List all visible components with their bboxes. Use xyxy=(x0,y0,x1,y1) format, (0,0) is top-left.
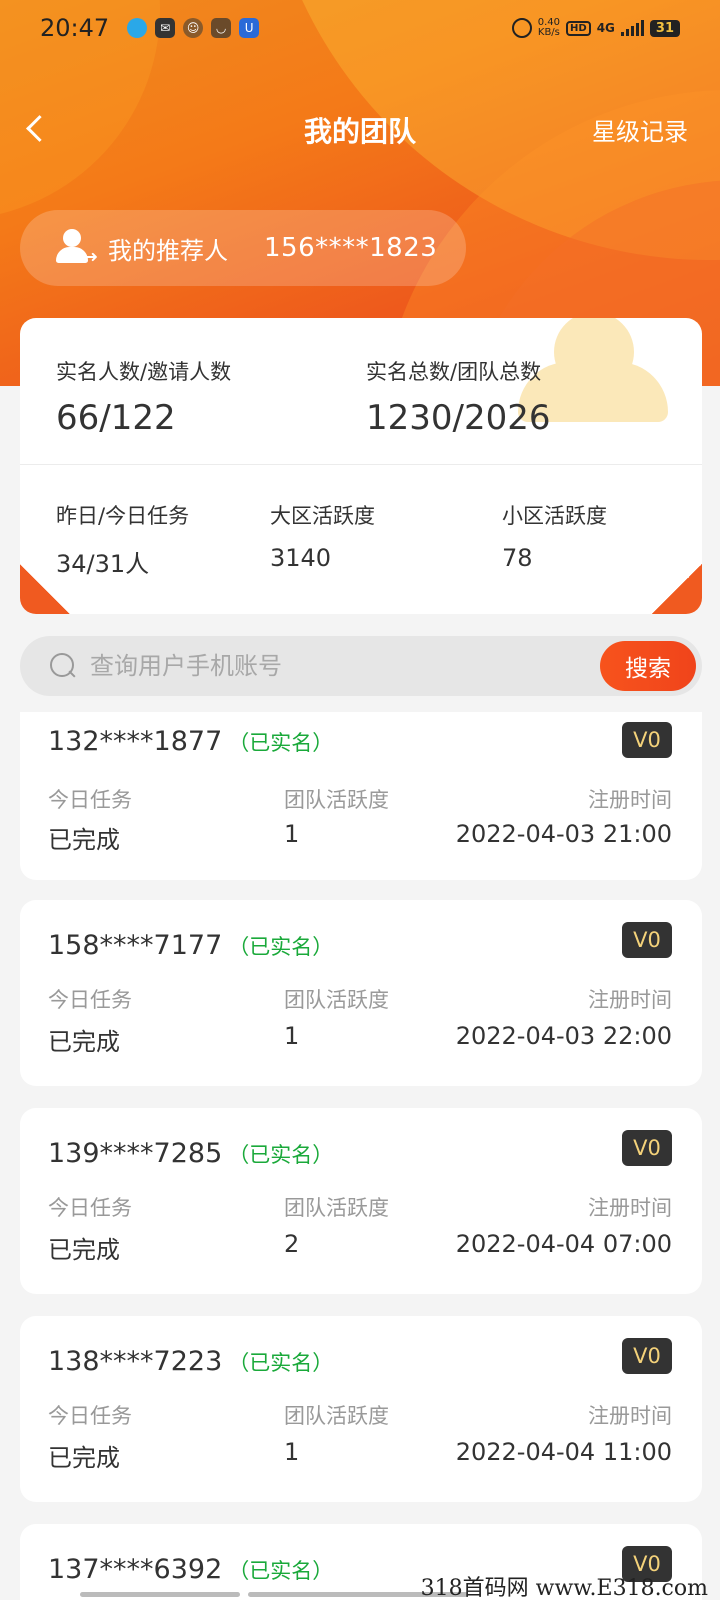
member-card[interactable]: 132****1877 （已实名） V0 今日任务 团队活跃度 注册时间 已完成 … xyxy=(20,712,702,880)
referrer-phone: 156****1823 xyxy=(264,233,438,263)
verified-status: （已实名） xyxy=(228,1143,334,1167)
register-label: 注册时间 xyxy=(588,988,672,1012)
stat-value: 3140 xyxy=(270,544,332,572)
verified-status: （已实名） xyxy=(228,935,334,959)
task-value: 已完成 xyxy=(48,1444,120,1472)
stat-tasks: 昨日/今日任务 34/31人 xyxy=(56,500,189,579)
wechat-icon: ✉ xyxy=(155,18,176,38)
status-time: 20:47 xyxy=(40,14,110,42)
activity-label: 团队活跃度 xyxy=(284,1404,389,1428)
search-button[interactable]: 搜索 xyxy=(600,641,696,691)
shield-app-icon: U xyxy=(239,18,260,38)
referrer-label: 我的推荐人 xyxy=(108,236,228,265)
stat-value: 66/122 xyxy=(56,398,176,438)
member-phone: 139****7285 （已实名） xyxy=(48,1138,333,1169)
star-record-link[interactable]: 星级记录 xyxy=(592,112,688,147)
register-time: 2022-04-04 11:00 xyxy=(455,1438,672,1466)
activity-value: 1 xyxy=(284,1022,300,1050)
level-badge: V0 xyxy=(622,1130,672,1166)
status-bar: 20:47 ✉ ☺ ◡ U 0.40 KB/s HD 4G 31 xyxy=(0,0,720,56)
search-bar: 搜索 xyxy=(20,636,702,696)
task-label: 今日任务 xyxy=(48,1404,132,1428)
phone-number: 138****7223 xyxy=(48,1346,223,1377)
stat-value: 78 xyxy=(502,544,533,572)
referrer-pill: ➜ 我的推荐人 156****1823 xyxy=(20,210,466,286)
hd-icon: HD xyxy=(566,20,591,36)
divider xyxy=(20,464,702,465)
stat-value: 1230/2026 xyxy=(366,398,551,438)
level-badge: V0 xyxy=(622,722,672,758)
user-share-icon: ➜ xyxy=(54,229,98,267)
search-icon xyxy=(50,653,76,679)
task-value: 已完成 xyxy=(48,1028,120,1056)
member-phone: 132****1877 （已实名） xyxy=(48,726,333,757)
battery-icon: 31 xyxy=(649,19,680,37)
stat-value: 34/31人 xyxy=(56,550,150,578)
stat-small-area: 小区活跃度 78 xyxy=(502,500,607,572)
corner-decoration xyxy=(652,564,702,614)
notification-icons: ✉ ☺ ◡ U xyxy=(127,18,260,38)
register-label: 注册时间 xyxy=(588,1404,672,1428)
title-bar: 我的团队 星级记录 xyxy=(0,100,720,156)
member-card[interactable]: 138****7223 （已实名） V0 今日任务 团队活跃度 注册时间 已完成 … xyxy=(20,1316,702,1502)
member-phone: 158****7177 （已实名） xyxy=(48,930,333,961)
register-label: 注册时间 xyxy=(588,788,672,812)
stat-verified-invited: 实名人数/邀请人数 66/122 xyxy=(56,356,231,438)
level-badge: V0 xyxy=(622,922,672,958)
activity-value: 2 xyxy=(284,1230,300,1258)
phone-number: 132****1877 xyxy=(48,726,223,757)
member-phone: 137****6392 （已实名） xyxy=(48,1554,333,1585)
alarm-icon xyxy=(511,18,532,38)
register-time: 2022-04-03 21:00 xyxy=(455,820,672,848)
stat-label: 昨日/今日任务 xyxy=(56,504,190,528)
activity-label: 团队活跃度 xyxy=(284,988,389,1012)
signal-icon xyxy=(620,20,644,36)
stat-label: 大区活跃度 xyxy=(270,504,375,528)
activity-label: 团队活跃度 xyxy=(284,788,389,812)
search-input[interactable] xyxy=(90,652,600,680)
stat-total: 实名总数/团队总数 1230/2026 xyxy=(366,356,551,438)
task-value: 已完成 xyxy=(48,1236,120,1264)
task-value: 已完成 xyxy=(48,826,120,854)
member-card[interactable]: 139****7285 （已实名） V0 今日任务 团队活跃度 注册时间 已完成 … xyxy=(20,1108,702,1294)
team-stats-card: 实名人数/邀请人数 66/122 实名总数/团队总数 1230/2026 昨日/… xyxy=(20,318,702,614)
register-time: 2022-04-04 07:00 xyxy=(455,1230,672,1258)
verified-status: （已实名） xyxy=(228,1559,334,1583)
qq-icon xyxy=(127,18,148,38)
phone-number: 137****6392 xyxy=(48,1554,223,1585)
register-label: 注册时间 xyxy=(588,1196,672,1220)
task-label: 今日任务 xyxy=(48,1196,132,1220)
stat-label: 小区活跃度 xyxy=(502,504,607,528)
member-card[interactable]: 158****7177 （已实名） V0 今日任务 团队活跃度 注册时间 已完成 … xyxy=(20,900,702,1086)
activity-value: 1 xyxy=(284,1438,300,1466)
network-speed: 0.40 KB/s xyxy=(538,18,560,38)
verified-status: （已实名） xyxy=(228,731,334,755)
app-notification-icon: ☺ xyxy=(183,18,204,38)
activity-value: 1 xyxy=(284,820,300,848)
stat-label: 实名人数/邀请人数 xyxy=(56,360,232,384)
phone-number: 158****7177 xyxy=(48,930,223,961)
speed-unit: KB/s xyxy=(537,27,560,38)
corner-decoration xyxy=(20,564,70,614)
system-status: 0.40 KB/s HD 4G 31 xyxy=(511,18,680,38)
scroll-indicator xyxy=(80,1592,240,1597)
phone-number: 139****7285 xyxy=(48,1138,223,1169)
site-watermark: 318首码网 www.E318.com xyxy=(420,1576,708,1600)
stat-label: 实名总数/团队总数 xyxy=(366,360,542,384)
shopping-bag-icon: ◡ xyxy=(211,18,232,38)
member-phone: 138****7223 （已实名） xyxy=(48,1346,333,1377)
network-type: 4G xyxy=(596,21,615,35)
verified-status: （已实名） xyxy=(228,1351,334,1375)
stat-big-area: 大区活跃度 3140 xyxy=(270,500,375,572)
task-label: 今日任务 xyxy=(48,788,132,812)
register-time: 2022-04-03 22:00 xyxy=(455,1022,672,1050)
level-badge: V0 xyxy=(622,1338,672,1374)
task-label: 今日任务 xyxy=(48,988,132,1012)
activity-label: 团队活跃度 xyxy=(284,1196,389,1220)
